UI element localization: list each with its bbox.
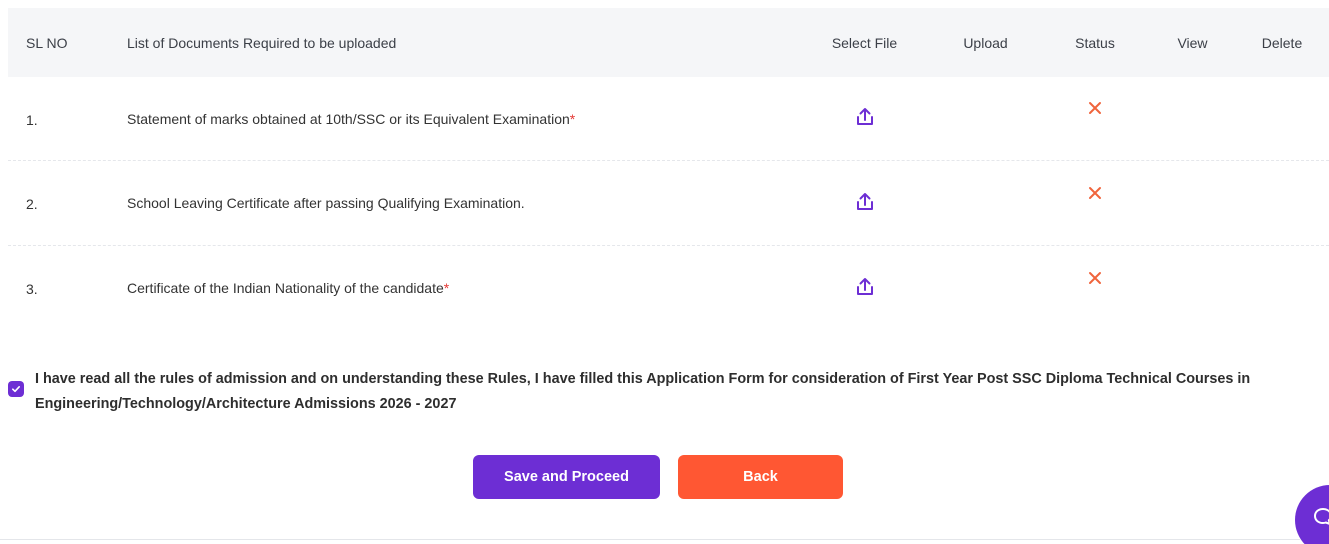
status-cell — [1040, 102, 1150, 128]
row-document-name: Statement of marks obtained at 10th/SSC … — [108, 111, 798, 127]
upload-icon[interactable] — [854, 276, 876, 298]
check-icon — [12, 386, 20, 393]
row-document-name: Certificate of the Indian Nationality of… — [108, 280, 798, 296]
select-file-cell — [798, 276, 931, 301]
header-view: View — [1177, 34, 1208, 51]
required-marker: * — [443, 280, 450, 296]
upload-icon[interactable] — [854, 191, 876, 213]
declaration-checkbox[interactable] — [8, 381, 24, 397]
document-label: Statement of marks obtained at 10th/SSC … — [127, 110, 570, 127]
cross-icon — [1087, 185, 1103, 201]
row-sl-no: 1. — [26, 111, 38, 128]
header-select-file: Select File — [831, 34, 898, 51]
declaration-text: I have read all the rules of admission a… — [35, 371, 1251, 412]
document-label: Certificate of the Indian Nationality of… — [127, 280, 444, 296]
row-document-name: School Leaving Certificate after passing… — [108, 195, 798, 211]
table-row: 3. Certificate of the Indian Nationality… — [8, 245, 1329, 330]
back-button[interactable]: Back — [678, 455, 843, 499]
document-label: School Leaving Certificate after passing… — [127, 195, 525, 211]
select-file-cell — [798, 191, 931, 216]
cross-icon — [1087, 270, 1103, 286]
header-delete: Delete — [1261, 34, 1303, 51]
documents-table: SL NO List of Documents Required to be u… — [8, 8, 1329, 330]
status-cell — [1040, 271, 1150, 298]
chat-icon — [1311, 505, 1329, 529]
table-row: 1. Statement of marks obtained at 10th/S… — [8, 77, 1329, 160]
select-file-cell — [798, 106, 931, 131]
header-documents: List of Documents Required to be uploade… — [127, 34, 397, 51]
header-status: Status — [1075, 34, 1115, 51]
table-header: SL NO List of Documents Required to be u… — [8, 8, 1329, 77]
cross-icon — [1087, 100, 1103, 116]
row-sl-no: 2. — [26, 196, 38, 212]
chat-button[interactable] — [1295, 485, 1329, 544]
upload-icon[interactable] — [854, 106, 876, 128]
table-row: 2. School Leaving Certificate after pass… — [8, 160, 1329, 245]
header-upload: Upload — [963, 34, 1008, 51]
document-upload-page: SL NO List of Documents Required to be u… — [0, 0, 1329, 544]
header-sl-no: SL NO — [26, 34, 68, 51]
divider — [0, 539, 1300, 540]
status-cell — [1040, 186, 1150, 213]
required-marker: * — [569, 110, 576, 127]
declaration: I have read all the rules of admission a… — [8, 367, 1308, 417]
save-and-proceed-button[interactable]: Save and Proceed — [473, 455, 660, 499]
row-sl-no: 3. — [26, 281, 38, 297]
